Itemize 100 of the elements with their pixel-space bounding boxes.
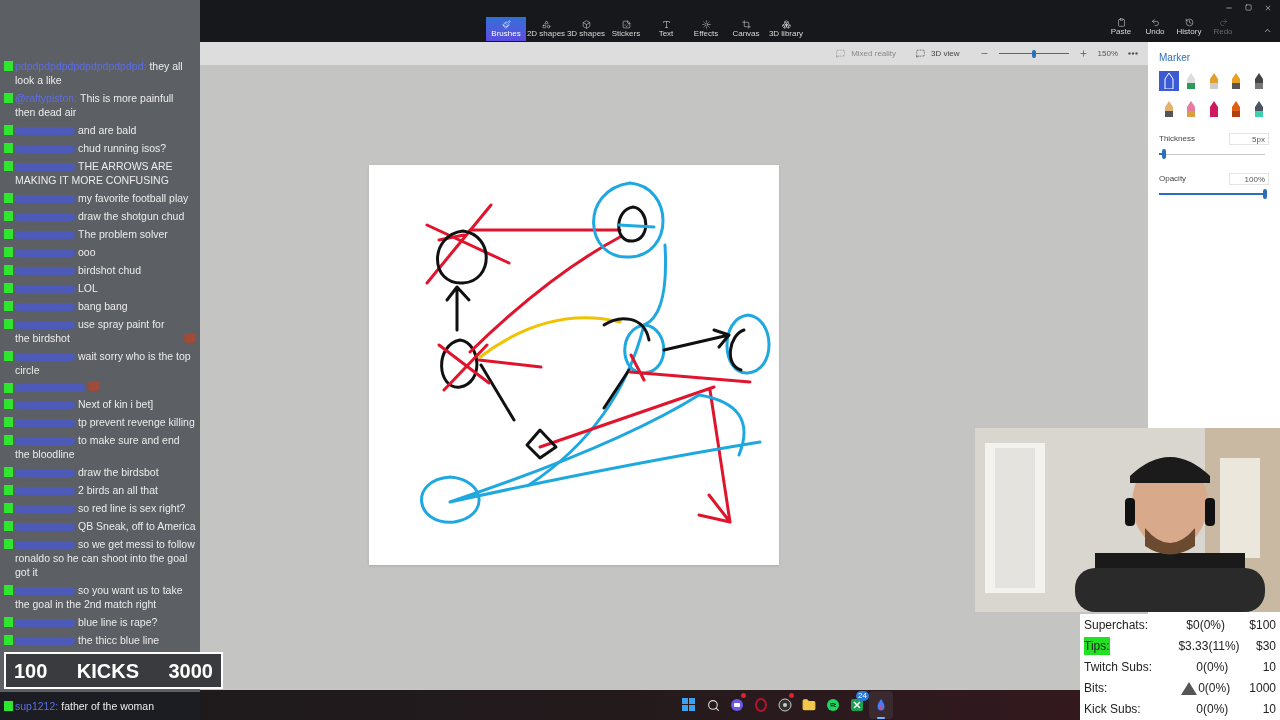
brush-icon — [1164, 73, 1174, 89]
undo-icon — [1150, 18, 1160, 27]
tool-tab[interactable]: 3D shapes — [566, 17, 606, 41]
tool-icon — [701, 19, 711, 29]
value-field[interactable]: 100% — [1229, 173, 1269, 185]
chat-message: bang bang — [15, 299, 128, 313]
slider-thumb[interactable] — [1162, 149, 1167, 159]
view-icon — [916, 49, 926, 58]
brush-icon — [1231, 101, 1242, 117]
brush-icon — [1208, 73, 1219, 89]
brush-icon — [1186, 101, 1197, 117]
brush-icon — [1164, 101, 1174, 117]
chat-message: birdshot chud — [15, 263, 142, 277]
stat-label: Bits: — [1084, 680, 1109, 698]
tool-icon — [781, 19, 791, 29]
tool-icon — [541, 19, 551, 29]
close-icon — [1264, 4, 1272, 12]
tool-tab[interactable]: 2D shapes — [526, 17, 566, 41]
stat-goal: 10 — [1262, 658, 1276, 676]
chat-message: QB Sneak, off to America — [15, 519, 196, 533]
opacity-slider[interactable] — [1159, 189, 1265, 199]
maximize-icon — [1245, 4, 1252, 11]
stat-value: $3.33(11%) — [1178, 637, 1240, 655]
chat-message: draw the birdsbot — [15, 465, 159, 479]
zoom-slider[interactable] — [998, 49, 1069, 58]
chat-message: LOL — [15, 281, 98, 295]
chat-message: blue line is rape? — [15, 615, 158, 629]
brush-icon — [1231, 73, 1242, 89]
tool-tab[interactable]: Effects — [686, 17, 726, 41]
stat-goal: $30 — [1255, 637, 1276, 655]
chat-message: tp prevent revenge killing — [15, 415, 195, 429]
chat-message: The problem solver — [15, 227, 168, 241]
chat-message: so we get messi to follow ronaldo so he can shoot into the goal got it — [15, 537, 196, 579]
thickness-slider[interactable] — [1159, 149, 1265, 159]
opera-icon — [754, 698, 768, 712]
chat-icon — [730, 698, 744, 712]
chat-message: the thicc blue line — [15, 633, 160, 647]
panel-title: Marker — [1159, 51, 1192, 65]
stat-label: Kick Subs: — [1084, 701, 1142, 719]
tool-tab[interactable]: Stickers — [606, 17, 646, 41]
collapse-icon — [1263, 26, 1272, 35]
tool-icon — [501, 19, 511, 29]
chat-message: sup1212: father of the woman — [15, 699, 155, 713]
tool-tab[interactable]: 3D library — [766, 17, 806, 41]
chat-message: chud running isos? — [15, 141, 167, 155]
tool-tab[interactable]: Text — [646, 17, 686, 41]
kicks-label: KICKS — [76, 658, 140, 684]
brush-icon — [1253, 101, 1264, 117]
stat-value: 0(0%) — [1198, 680, 1231, 698]
kicks-goal: 3000 — [168, 658, 213, 684]
stat-label: Superchats: — [1084, 616, 1150, 634]
taskbar-app[interactable]: 24 — [845, 691, 869, 719]
chat-message: use spray paint for the birdshot — [15, 317, 166, 345]
3d-view-button[interactable]: 3D view — [916, 47, 960, 60]
notification-badge: 24 — [856, 691, 869, 701]
chat-message: THE ARROWS ARE MAKING IT MORE CONFUSING — [15, 159, 174, 187]
stat-value: $0(0%) — [1186, 616, 1225, 634]
spotify-icon — [826, 698, 840, 712]
brush-icon — [1253, 73, 1264, 89]
brush-option[interactable] — [1159, 71, 1179, 91]
start-icon — [682, 698, 696, 712]
chat-message: @raftypiston: This is more painfull then dead air — [15, 91, 175, 119]
stat-value: 0(0%) — [1196, 658, 1229, 676]
search-icon — [706, 698, 720, 712]
tool-icon — [581, 19, 591, 29]
active-indicator — [877, 717, 885, 719]
slider-thumb[interactable] — [1031, 49, 1036, 58]
stat-label: Twitch Subs: — [1084, 658, 1154, 676]
minimize-icon — [1225, 4, 1233, 12]
chat-message: 2 birds an all that — [15, 483, 158, 497]
setting-label: Opacity — [1159, 173, 1187, 185]
stat-goal: $100 — [1249, 616, 1276, 634]
chat-message: pdpdpdpdpdpdpdpdpdpdpd: they all look a like — [15, 59, 184, 87]
value-field[interactable]: 5px — [1229, 133, 1269, 145]
headset-icon — [836, 49, 846, 58]
stat-value: 0(0%) — [1196, 701, 1229, 719]
kicks-count: 100 — [14, 658, 48, 684]
chat-message: so you want us to take the goal in the 2nd match right — [15, 583, 184, 611]
history-icon — [1184, 18, 1194, 27]
toolbar-button[interactable]: Undo — [1138, 18, 1172, 37]
stat-label: Tips: — [1084, 636, 1110, 655]
toolbar-button[interactable]: Paste — [1104, 18, 1138, 37]
chat-message: draw the shotgun chud — [15, 209, 185, 223]
slider-thumb[interactable] — [1263, 189, 1267, 199]
obs-icon — [778, 698, 792, 712]
tool-tab[interactable]: Canvas — [726, 17, 766, 41]
xbox-icon — [850, 698, 864, 712]
tool-tab[interactable]: Brushes — [486, 17, 526, 41]
brush-icon — [1186, 73, 1197, 89]
zoom-in-icon — [1078, 49, 1088, 58]
tool-icon — [621, 19, 631, 29]
stat-goal: 10 — [1262, 701, 1276, 719]
folder-icon — [802, 698, 816, 712]
toolbar-button[interactable]: History — [1172, 18, 1206, 37]
more-icon[interactable] — [1128, 52, 1138, 55]
redo-icon — [1218, 18, 1228, 27]
chat-message: and are bald — [15, 123, 137, 137]
chat-message: wait sorry who is the top circle — [15, 349, 192, 377]
paste-icon — [1116, 18, 1126, 27]
chat-message: my favorite football play — [15, 191, 189, 205]
